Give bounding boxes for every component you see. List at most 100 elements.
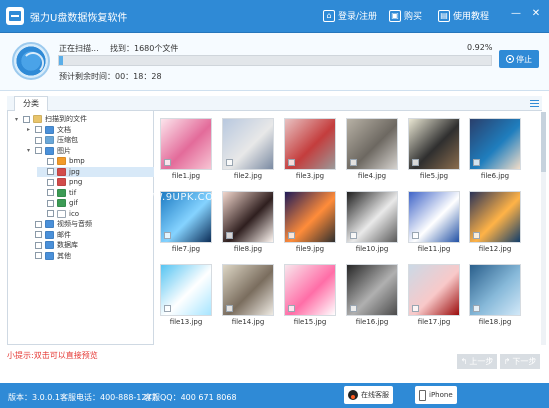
file-thumbnail[interactable]: file18.jpg — [469, 264, 521, 326]
tree-checkbox[interactable] — [35, 252, 42, 259]
tree-item-数据库[interactable]: 数据库 — [25, 240, 165, 250]
file-thumbnail[interactable]: file4.jpg — [346, 118, 398, 180]
thumbnail-checkbox[interactable] — [473, 305, 480, 312]
tree-checkbox[interactable] — [35, 220, 42, 228]
image-preview[interactable] — [222, 191, 274, 243]
tree-checkbox[interactable] — [35, 126, 42, 133]
tree-expander-icon[interactable]: ▸ — [25, 126, 32, 133]
tree-checkbox[interactable] — [47, 157, 54, 165]
tree-item-邮件[interactable]: 邮件 — [25, 230, 165, 240]
file-thumbnail[interactable]: file2.jpg — [222, 118, 274, 180]
thumbnail-checkbox[interactable] — [226, 159, 233, 166]
image-preview[interactable] — [469, 191, 521, 243]
image-preview[interactable] — [284, 118, 336, 170]
file-thumbnail[interactable]: file8.jpg — [222, 191, 274, 253]
minimize-button[interactable]: — — [510, 8, 522, 20]
thumbnail-checkbox[interactable] — [226, 305, 233, 312]
thumbnail-checkbox[interactable] — [473, 232, 480, 239]
image-preview[interactable] — [284, 191, 336, 243]
file-thumbnail[interactable]: file14.jpg — [222, 264, 274, 326]
image-preview[interactable] — [160, 264, 212, 316]
tree-checkbox[interactable] — [23, 115, 30, 123]
tree-item-jpg[interactable]: jpg — [37, 166, 154, 177]
iphone-button[interactable]: iPhone — [415, 386, 457, 404]
file-name: file9.jpg — [295, 245, 325, 253]
file-thumbnail[interactable]: file15.jpg — [284, 264, 336, 326]
thumbnail-checkbox[interactable] — [412, 159, 419, 166]
tree-item-视频与音频[interactable]: 视频与音频 — [25, 219, 165, 229]
image-preview[interactable] — [346, 264, 398, 316]
file-thumbnail[interactable]: file17.jpg — [408, 264, 460, 326]
image-preview[interactable] — [222, 118, 274, 170]
thumbnail-checkbox[interactable] — [350, 159, 357, 166]
online-service-label: 在线客服 — [361, 391, 389, 399]
thumbnail-checkbox[interactable] — [288, 159, 295, 166]
thumbnail-checkbox[interactable] — [412, 305, 419, 312]
tab-category[interactable]: 分类 — [14, 96, 48, 111]
file-thumbnail[interactable]: file3.jpg — [284, 118, 336, 180]
tree-checkbox[interactable] — [35, 136, 42, 144]
thumbnail-checkbox[interactable] — [164, 232, 171, 239]
folder-icon — [33, 115, 42, 123]
tree-item-压缩包[interactable]: 压缩包 — [25, 135, 165, 145]
image-preview[interactable] — [284, 264, 336, 316]
image-preview[interactable] — [469, 264, 521, 316]
tutorial-button[interactable]: ▤ 使用教程 — [438, 9, 489, 22]
tree-checkbox[interactable] — [35, 231, 42, 238]
tree-expander-icon[interactable]: ▾ — [25, 147, 32, 154]
image-preview[interactable] — [346, 118, 398, 170]
tree-item-图片[interactable]: ▾ 图片 — [25, 146, 165, 156]
thumbnail-checkbox[interactable] — [226, 232, 233, 239]
tree-checkbox[interactable] — [47, 199, 54, 207]
tree-item-bmp[interactable]: bmp — [37, 156, 177, 166]
image-preview[interactable] — [469, 118, 521, 170]
thumbnail-checkbox[interactable] — [164, 159, 171, 166]
login-button[interactable]: ⌂ 登录/注册 — [323, 9, 377, 22]
vertical-scrollbar[interactable] — [541, 112, 546, 345]
next-step-button[interactable]: ↱ 下一步 — [500, 354, 540, 369]
tree-checkbox[interactable] — [35, 241, 42, 249]
online-service-button[interactable]: 在线客服 — [344, 386, 393, 404]
thumbnail-checkbox[interactable] — [288, 305, 295, 312]
previous-step-button[interactable]: ↰ 上一步 — [457, 354, 497, 369]
tree-item-扫描到的文件[interactable]: ▾ 扫描到的文件 — [13, 114, 153, 124]
image-preview[interactable] — [408, 118, 460, 170]
buy-button[interactable]: ▣ 购买 — [389, 9, 422, 22]
file-thumbnail[interactable]: file6.jpg — [469, 118, 521, 180]
file-thumbnail[interactable]: file13.jpg — [160, 264, 212, 326]
image-preview[interactable] — [160, 118, 212, 170]
scrollbar-thumb[interactable] — [541, 112, 546, 172]
tree-expander-icon[interactable]: ▾ — [13, 116, 20, 123]
tree-item-ico[interactable]: ico — [37, 209, 177, 219]
file-thumbnail[interactable]: file16.jpg — [346, 264, 398, 326]
menu-icon[interactable] — [530, 100, 539, 107]
close-button[interactable]: ✕ — [530, 8, 542, 20]
file-thumbnail[interactable]: file5.jpg — [408, 118, 460, 180]
thumbnail-checkbox[interactable] — [473, 159, 480, 166]
image-preview[interactable] — [408, 191, 460, 243]
image-preview[interactable] — [408, 264, 460, 316]
thumbnail-checkbox[interactable] — [350, 305, 357, 312]
thumbnail-checkbox[interactable] — [164, 305, 171, 312]
tree-checkbox[interactable] — [35, 147, 42, 154]
tree-item-其他[interactable]: 其他 — [25, 251, 165, 261]
tree-item-文档[interactable]: ▸ 文档 — [25, 125, 165, 135]
thumbnail-checkbox[interactable] — [288, 232, 295, 239]
progress-fill — [59, 56, 63, 65]
file-thumbnail[interactable]: file11.jpg — [408, 191, 460, 253]
tree-checkbox[interactable] — [47, 210, 54, 217]
tree-item-png[interactable]: png — [37, 177, 177, 187]
thumbnail-checkbox[interactable] — [412, 232, 419, 239]
image-preview[interactable] — [346, 191, 398, 243]
buy-label: 购买 — [404, 12, 423, 22]
file-thumbnail[interactable]: file10.jpg — [346, 191, 398, 253]
image-preview[interactable] — [222, 264, 274, 316]
file-thumbnail[interactable]: file1.jpg — [160, 118, 212, 180]
stop-button[interactable]: 停止 — [499, 50, 539, 68]
tree-checkbox[interactable] — [47, 168, 54, 175]
file-thumbnail[interactable]: file9.jpg — [284, 191, 336, 253]
file-thumbnail[interactable]: file12.jpg — [469, 191, 521, 253]
thumbnail-checkbox[interactable] — [350, 232, 357, 239]
tree-checkbox[interactable] — [47, 189, 54, 196]
tree-checkbox[interactable] — [47, 178, 54, 186]
